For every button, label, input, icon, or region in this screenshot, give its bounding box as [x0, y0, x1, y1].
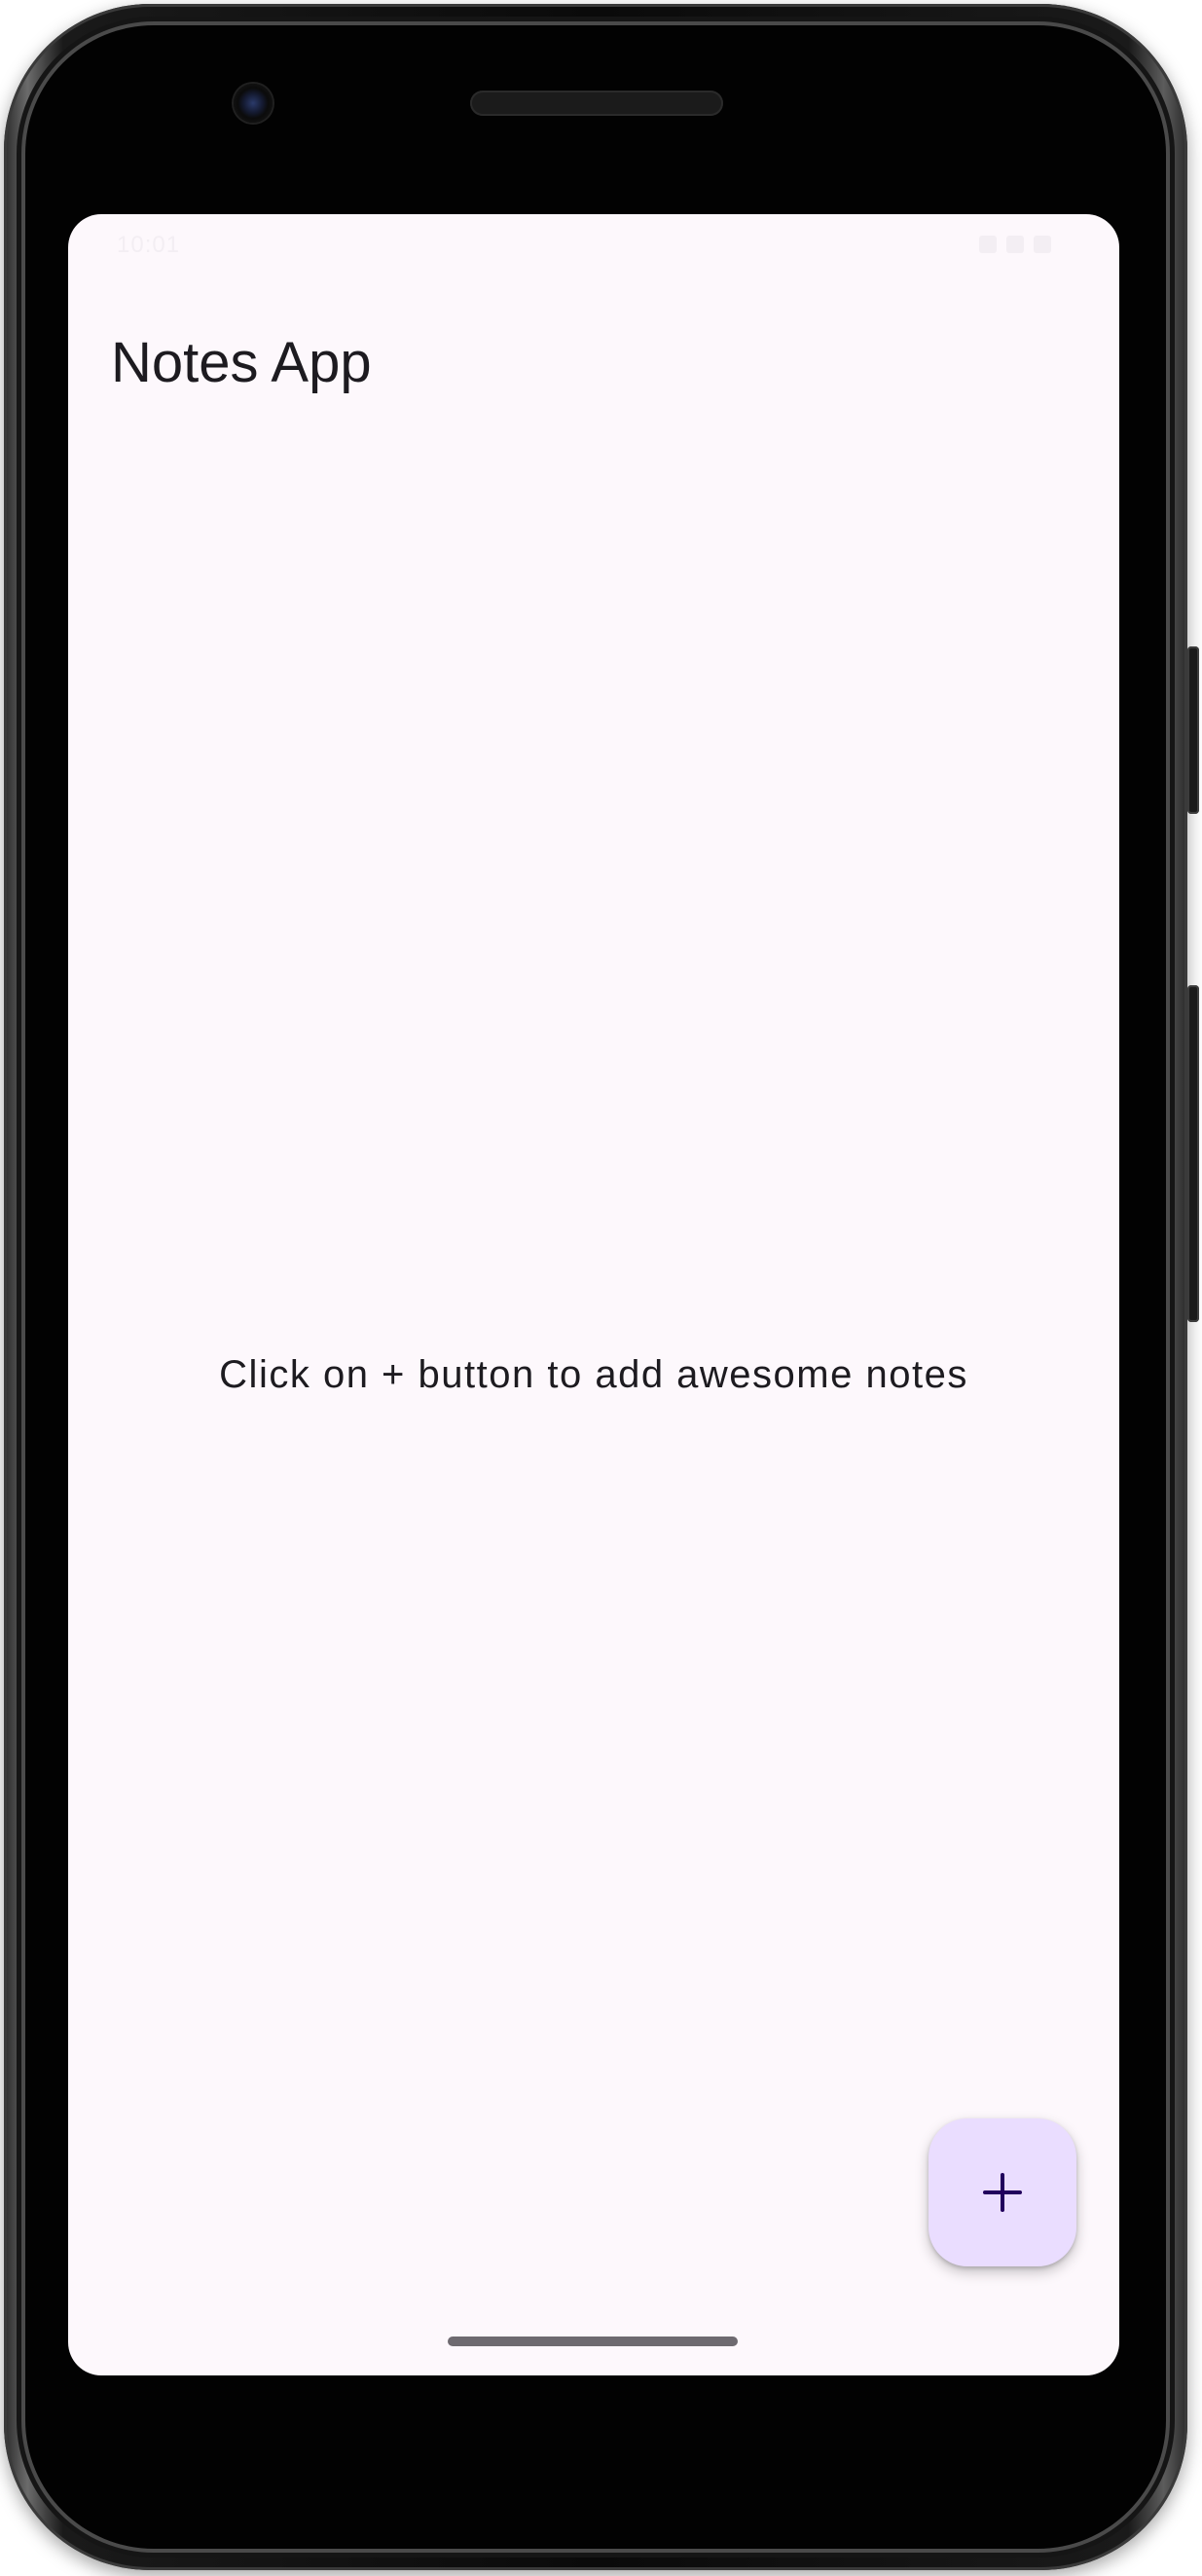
wifi-icon — [979, 236, 997, 253]
page-title: Notes App — [111, 331, 372, 394]
add-note-button[interactable] — [929, 2118, 1076, 2266]
volume-button — [1187, 985, 1199, 1322]
signal-icon — [1006, 236, 1024, 253]
plus-icon — [983, 2173, 1022, 2212]
front-camera — [234, 84, 273, 123]
status-bar: 10:01 — [68, 214, 1119, 276]
empty-state-message: Click on + button to add awesome notes — [219, 1353, 968, 1396]
status-icons — [979, 236, 1051, 253]
app-screen: 10:01 Notes App Click on + button to add… — [68, 214, 1119, 2375]
device-stage: 10:01 Notes App Click on + button to add… — [0, 0, 1202, 2576]
status-time: 10:01 — [117, 232, 181, 258]
gesture-navigation-bar[interactable] — [448, 2337, 738, 2346]
battery-icon — [1034, 236, 1051, 253]
power-button — [1187, 646, 1199, 814]
earpiece-speaker — [470, 91, 723, 116]
